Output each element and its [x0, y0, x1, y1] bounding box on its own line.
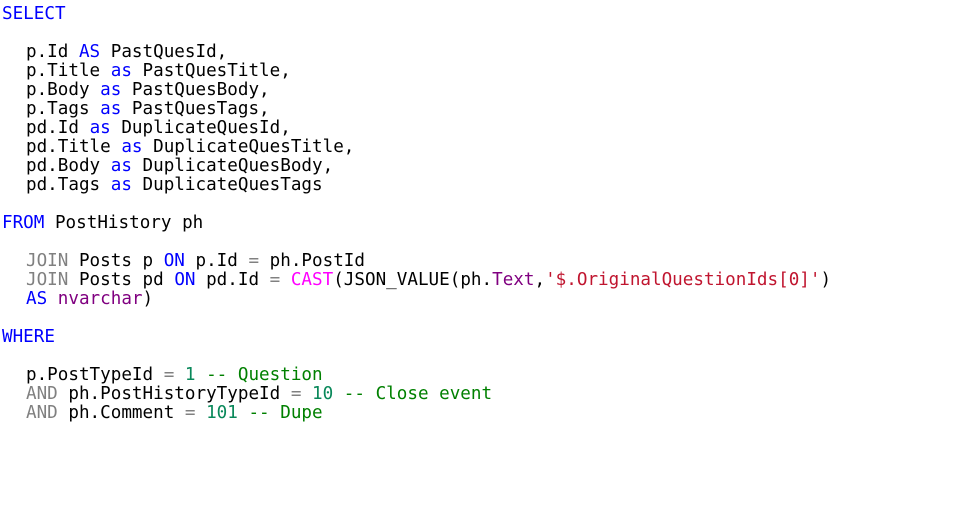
code-line[interactable]: JOIN Posts p ON p.Id = ph.PostId	[2, 252, 954, 271]
code-token: pd.Body	[26, 156, 111, 176]
code-token: JOIN	[26, 251, 69, 271]
code-token: as	[110, 156, 132, 176]
code-token: p.Body	[26, 80, 101, 100]
code-token: Text	[492, 270, 535, 290]
code-token: 10	[312, 384, 334, 404]
code-token: AND	[26, 403, 58, 423]
code-line[interactable]: SELECT	[2, 5, 954, 24]
code-line[interactable]: p.Body as PastQuesBody,	[2, 81, 954, 100]
code-token: PostHistory ph	[44, 213, 204, 233]
code-line[interactable]: p.Title as PastQuesTitle,	[2, 62, 954, 81]
code-token: PastQuesTags,	[121, 99, 270, 119]
code-line[interactable]: p.PostTypeId = 1 -- Question	[2, 366, 954, 385]
code-token: CAST	[290, 270, 334, 290]
code-token: (JSON_VALUE(ph.	[333, 270, 493, 290]
code-token: as	[121, 137, 143, 157]
code-editor[interactable]: SELECT​p.Id AS PastQuesId,p.Title as Pas…	[0, 0, 954, 532]
code-token: SELECT	[2, 4, 66, 24]
code-token: ph.PostId	[259, 251, 365, 271]
code-token: as	[110, 61, 132, 81]
code-token: =	[269, 270, 281, 290]
code-line[interactable]: p.Id AS PastQuesId,	[2, 43, 954, 62]
code-token: '$.OriginalQuestionIds[0]'	[545, 270, 821, 290]
code-token: FROM	[2, 213, 45, 233]
code-token: DuplicateQuesTags	[131, 175, 323, 195]
code-token: -- Dupe	[237, 403, 323, 423]
code-token: PastQuesTitle,	[131, 61, 291, 81]
code-line[interactable]: pd.Tags as DuplicateQuesTags	[2, 176, 954, 195]
code-token: PastQuesId,	[100, 42, 228, 62]
code-line[interactable]: AS nvarchar)	[2, 290, 954, 309]
code-token: p.Id	[26, 42, 79, 62]
code-token: )	[142, 289, 154, 309]
code-token: DuplicateQuesTitle,	[142, 137, 355, 157]
code-token: as	[89, 118, 111, 138]
code-line[interactable]: ​	[2, 24, 954, 43]
code-line[interactable]: WHERE	[2, 328, 954, 347]
code-token: PastQuesBody,	[121, 80, 270, 100]
code-token: AS	[26, 289, 48, 309]
code-token: =	[163, 365, 175, 385]
code-line[interactable]: AND ph.PostHistoryTypeId = 10 -- Close e…	[2, 385, 954, 404]
code-token: ON	[163, 251, 185, 271]
code-token: pd.Tags	[26, 175, 111, 195]
code-token: pd.Id	[26, 118, 90, 138]
code-token: pd.Id	[195, 270, 270, 290]
code-token: as	[110, 175, 132, 195]
code-token: AS	[78, 42, 101, 62]
code-line[interactable]: ​	[2, 233, 954, 252]
code-token: p.Id	[184, 251, 249, 271]
code-line[interactable]: ​	[2, 309, 954, 328]
code-token: pd.Title	[26, 137, 122, 157]
code-line[interactable]: FROM PostHistory ph	[2, 214, 954, 233]
code-token: p.Title	[26, 61, 111, 81]
code-token: p.Tags	[26, 99, 101, 119]
code-token: DuplicateQuesId,	[110, 118, 291, 138]
code-line[interactable]: JOIN Posts pd ON pd.Id = CAST(JSON_VALUE…	[2, 271, 954, 290]
code-token: as	[100, 80, 122, 100]
code-token: =	[184, 403, 196, 423]
code-token: WHERE	[2, 327, 55, 347]
code-line[interactable]: pd.Id as DuplicateQuesId,	[2, 119, 954, 138]
code-token: -- Close event	[333, 384, 493, 404]
code-token: Posts pd	[68, 270, 175, 290]
code-token: -- Question	[195, 365, 323, 385]
code-token: AND	[26, 384, 58, 404]
code-token: JOIN	[26, 270, 69, 290]
code-token: =	[290, 384, 302, 404]
code-token: )	[820, 270, 832, 290]
code-token: =	[248, 251, 260, 271]
code-token: nvarchar	[57, 289, 143, 309]
code-line[interactable]: AND ph.Comment = 101 -- Dupe	[2, 404, 954, 423]
code-token: 101	[206, 403, 238, 423]
code-token: p.PostTypeId	[26, 365, 164, 385]
code-line[interactable]: ​	[2, 195, 954, 214]
code-token: Posts p	[68, 251, 164, 271]
code-token: ,	[534, 270, 546, 290]
code-line[interactable]: pd.Body as DuplicateQuesBody,	[2, 157, 954, 176]
code-token: as	[100, 99, 122, 119]
code-line[interactable]: pd.Title as DuplicateQuesTitle,	[2, 138, 954, 157]
code-token: 1	[184, 365, 196, 385]
code-token: ph.PostHistoryTypeId	[57, 384, 291, 404]
code-line[interactable]: p.Tags as PastQuesTags,	[2, 100, 954, 119]
code-line[interactable]: ​	[2, 347, 954, 366]
code-token: ph.Comment	[57, 403, 185, 423]
code-token: DuplicateQuesBody,	[131, 156, 334, 176]
code-token: ON	[174, 270, 196, 290]
